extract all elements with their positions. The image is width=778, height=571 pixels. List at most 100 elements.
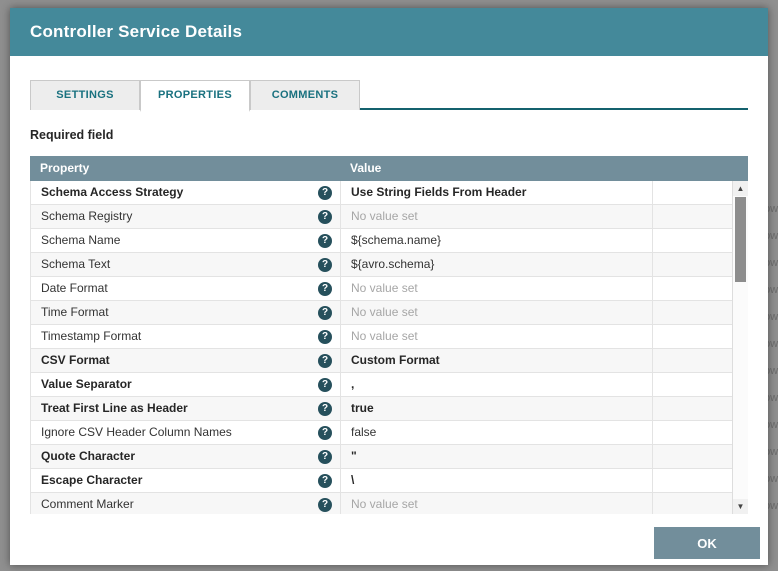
dialog-header: Controller Service Details bbox=[10, 8, 768, 56]
property-row: Comment Marker ? No value set bbox=[31, 493, 733, 514]
help-icon[interactable]: ? bbox=[318, 329, 332, 344]
property-value: , bbox=[351, 377, 355, 391]
value-cell: " bbox=[341, 445, 653, 469]
row-spacer bbox=[653, 205, 733, 229]
property-value: No value set bbox=[351, 305, 418, 319]
property-name: Time Format bbox=[41, 305, 109, 319]
value-cell: No value set bbox=[341, 301, 653, 325]
help-icon[interactable]: ? bbox=[318, 377, 332, 392]
property-name: CSV Format bbox=[41, 353, 110, 367]
tab-properties[interactable]: PROPERTIES bbox=[140, 80, 250, 112]
help-icon[interactable]: ? bbox=[318, 473, 332, 488]
property-row: Time Format ? No value set bbox=[31, 301, 733, 325]
value-cell: ${schema.name} bbox=[341, 229, 653, 253]
property-row: Escape Character ? \ bbox=[31, 469, 733, 493]
value-cell: No value set bbox=[341, 277, 653, 301]
row-spacer bbox=[653, 469, 733, 493]
property-name: Schema Name bbox=[41, 233, 121, 247]
row-spacer bbox=[653, 445, 733, 469]
property-cell: Timestamp Format ? bbox=[31, 325, 341, 349]
property-name: Comment Marker bbox=[41, 497, 134, 511]
property-row: Schema Name ? ${schema.name} bbox=[31, 229, 733, 253]
controller-service-details-dialog: Controller Service Details SETTINGS PROP… bbox=[10, 8, 768, 565]
property-name: Ignore CSV Header Column Names bbox=[41, 425, 232, 439]
row-spacer bbox=[653, 301, 733, 325]
value-cell: , bbox=[341, 373, 653, 397]
row-spacer bbox=[653, 373, 733, 397]
property-cell: Escape Character ? bbox=[31, 469, 341, 493]
row-spacer bbox=[653, 277, 733, 301]
property-cell: Schema Name ? bbox=[31, 229, 341, 253]
help-icon[interactable]: ? bbox=[318, 401, 332, 416]
tab-comments[interactable]: COMMENTS bbox=[250, 80, 360, 110]
row-spacer bbox=[653, 397, 733, 421]
row-spacer bbox=[653, 493, 733, 514]
help-icon[interactable]: ? bbox=[318, 305, 332, 320]
row-spacer bbox=[653, 229, 733, 253]
column-header-value: Value bbox=[350, 161, 382, 175]
table-scrollbar[interactable]: ▲ ▼ bbox=[732, 181, 748, 514]
tab-settings[interactable]: SETTINGS bbox=[30, 80, 140, 110]
property-value: ${schema.name} bbox=[351, 233, 442, 247]
table-body: Schema Access Strategy ? Use String Fiel… bbox=[31, 181, 733, 514]
row-spacer bbox=[653, 349, 733, 373]
property-cell: Date Format ? bbox=[31, 277, 341, 301]
help-icon[interactable]: ? bbox=[318, 233, 332, 248]
property-row: Quote Character ? " bbox=[31, 445, 733, 469]
dialog-title: Controller Service Details bbox=[30, 22, 243, 41]
property-cell: Time Format ? bbox=[31, 301, 341, 325]
row-spacer bbox=[653, 253, 733, 277]
value-cell: No value set bbox=[341, 325, 653, 349]
help-icon[interactable]: ? bbox=[318, 185, 332, 200]
property-cell: Treat First Line as Header ? bbox=[31, 397, 341, 421]
property-cell: Value Separator ? bbox=[31, 373, 341, 397]
property-row: Schema Registry ? No value set bbox=[31, 205, 733, 229]
value-cell: \ bbox=[341, 469, 653, 493]
property-row: CSV Format ? Custom Format bbox=[31, 349, 733, 373]
property-cell: Schema Access Strategy ? bbox=[31, 181, 341, 205]
help-icon[interactable]: ? bbox=[318, 209, 332, 224]
property-name: Date Format bbox=[41, 281, 108, 295]
property-name: Treat First Line as Header bbox=[41, 401, 188, 415]
property-name: Value Separator bbox=[41, 377, 132, 391]
row-spacer bbox=[653, 421, 733, 445]
table-body-viewport: Schema Access Strategy ? Use String Fiel… bbox=[30, 181, 748, 514]
scrollbar-down-arrow-icon[interactable]: ▼ bbox=[733, 499, 748, 514]
help-icon[interactable]: ? bbox=[318, 497, 332, 512]
property-cell: Ignore CSV Header Column Names ? bbox=[31, 421, 341, 445]
property-cell: Schema Registry ? bbox=[31, 205, 341, 229]
value-cell: Custom Format bbox=[341, 349, 653, 373]
row-spacer bbox=[653, 325, 733, 349]
tab-bar: SETTINGS PROPERTIES COMMENTS bbox=[30, 80, 748, 112]
help-icon[interactable]: ? bbox=[318, 353, 332, 368]
property-value: ${avro.schema} bbox=[351, 257, 435, 271]
value-cell: false bbox=[341, 421, 653, 445]
property-value: " bbox=[351, 449, 357, 463]
ok-button[interactable]: OK bbox=[654, 527, 760, 559]
property-value: \ bbox=[351, 473, 355, 487]
value-cell: true bbox=[341, 397, 653, 421]
property-value: Use String Fields From Header bbox=[351, 185, 527, 199]
property-name: Schema Access Strategy bbox=[41, 185, 184, 199]
value-cell: No value set bbox=[341, 493, 653, 514]
property-row: Date Format ? No value set bbox=[31, 277, 733, 301]
property-value: No value set bbox=[351, 497, 418, 511]
help-icon[interactable]: ? bbox=[318, 449, 332, 464]
scrollbar-thumb[interactable] bbox=[735, 197, 746, 282]
property-row: Ignore CSV Header Column Names ? false bbox=[31, 421, 733, 445]
column-header-property: Property bbox=[40, 161, 90, 175]
help-icon[interactable]: ? bbox=[318, 281, 332, 296]
property-name: Schema Text bbox=[41, 257, 111, 271]
value-cell: Use String Fields From Header bbox=[341, 181, 653, 205]
scrollbar-up-arrow-icon[interactable]: ▲ bbox=[733, 181, 748, 196]
value-cell: No value set bbox=[341, 205, 653, 229]
property-value: No value set bbox=[351, 281, 418, 295]
help-icon[interactable]: ? bbox=[318, 257, 332, 272]
property-name: Timestamp Format bbox=[41, 329, 142, 343]
row-spacer bbox=[653, 181, 733, 205]
dialog-body: SETTINGS PROPERTIES COMMENTS Required fi… bbox=[10, 56, 768, 514]
property-row: Timestamp Format ? No value set bbox=[31, 325, 733, 349]
help-icon[interactable]: ? bbox=[318, 425, 332, 440]
property-cell: CSV Format ? bbox=[31, 349, 341, 373]
property-cell: Comment Marker ? bbox=[31, 493, 341, 514]
